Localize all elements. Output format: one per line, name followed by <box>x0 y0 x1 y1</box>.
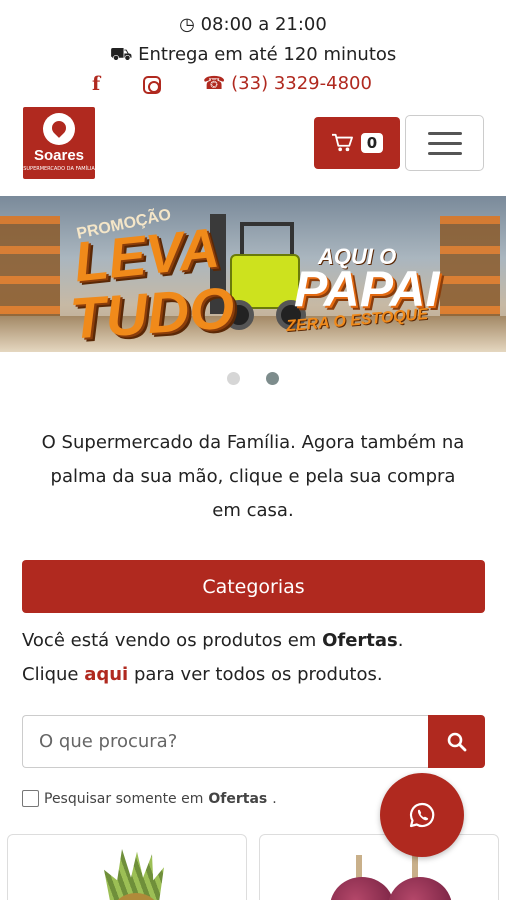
search-input[interactable] <box>22 715 428 768</box>
clock-icon: ◷ <box>179 14 195 35</box>
carousel-dot-2[interactable] <box>266 372 279 385</box>
instagram-icon[interactable] <box>143 76 161 94</box>
product-card[interactable] <box>7 834 247 900</box>
search-button[interactable] <box>428 715 485 768</box>
banner-tudo-text: TUDO <box>67 275 237 352</box>
search-only-offers-option[interactable]: Pesquisar somente em Ofertas. <box>22 790 277 807</box>
cart-icon <box>331 133 353 152</box>
delivery-info: ⛟ Entrega em até 120 minutos <box>0 44 506 68</box>
search-icon <box>447 732 466 751</box>
phone-link[interactable]: ☎ (33) 3329-4800 <box>203 73 372 94</box>
cart-button[interactable]: 0 <box>314 117 400 169</box>
search-only-offers-checkbox[interactable] <box>22 790 39 807</box>
whatsapp-icon <box>409 802 435 828</box>
carousel-dot-1[interactable] <box>227 372 240 385</box>
current-section: Ofertas <box>322 630 398 651</box>
categories-button[interactable]: Categorias <box>22 560 485 613</box>
all-products-link[interactable]: aqui <box>84 664 128 685</box>
phone-number: (33) 3329-4800 <box>231 73 372 94</box>
opening-hours: ◷ 08:00 a 21:00 <box>0 14 506 35</box>
opening-hours-text: 08:00 a 21:00 <box>200 14 327 35</box>
facebook-icon[interactable]: f <box>92 73 100 95</box>
intro-text: O Supermercado da Família. Agora também … <box>41 432 465 521</box>
logo-tagline: SUPERMERCADO DA FAMÍLIA <box>23 166 95 172</box>
store-logo[interactable]: Soares SUPERMERCADO DA FAMÍLIA <box>23 107 95 179</box>
truck-icon: ⛟ <box>109 44 133 65</box>
promo-banner[interactable]: PROMOÇÃO LEVA TUDO AQUI O PAPAI ZERA O E… <box>0 196 506 352</box>
product-card[interactable] <box>259 834 499 900</box>
logo-name: Soares <box>33 147 85 164</box>
phone-icon: ☎ <box>203 73 226 94</box>
carousel-indicators <box>0 372 506 385</box>
delivery-text: Entrega em até 120 minutos <box>138 44 397 65</box>
logo-mark <box>43 113 75 145</box>
hamburger-menu-icon <box>427 131 462 135</box>
viewing-info: Você está vendo os produtos em Ofertas. … <box>22 630 404 685</box>
menu-toggle-button[interactable] <box>405 115 484 171</box>
red-onion-image <box>330 877 394 900</box>
cart-count-badge: 0 <box>360 133 384 153</box>
search-bar <box>22 715 485 768</box>
whatsapp-button[interactable] <box>380 773 464 857</box>
